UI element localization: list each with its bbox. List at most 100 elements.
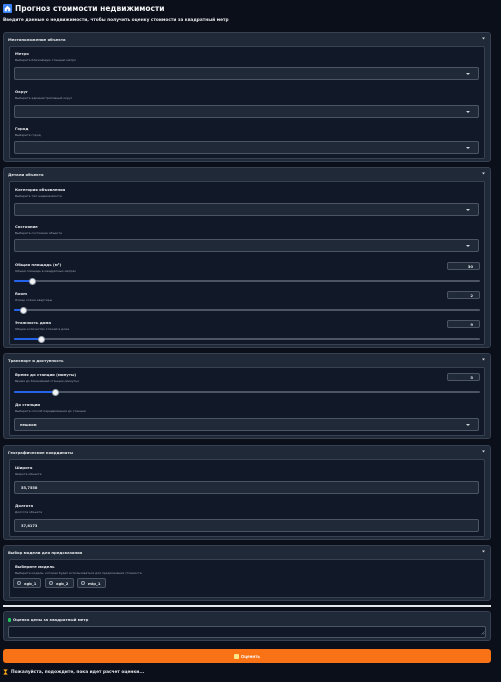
area-number-input[interactable]: 30 [447, 262, 480, 270]
metro-dropdown[interactable] [14, 67, 479, 80]
transport-heading: Транспорт и доступность [8, 358, 64, 363]
output-box: Оценка цены за квадратный метр [3, 611, 491, 641]
transport-panel: Транспорт и доступность Время до станции… [3, 353, 491, 439]
section-divider [3, 605, 491, 607]
to-station-hint: Выберите способ передвижения до станции [15, 409, 86, 413]
model-option-xgb-1[interactable]: xgb_1 [13, 578, 41, 588]
page-title: Прогноз стоимости недвижимости [3, 4, 165, 13]
location-fields: Метро Выберите ближайшую станцию метро О… [9, 46, 485, 159]
model-panel: Выбор модели для предсказания Выберите м… [3, 545, 491, 601]
area-label: Общая площадь (м²) [15, 262, 62, 267]
coords-panel: Географические координаты Широта Широта … [3, 445, 491, 540]
status-text: Пожалуйста, подождите, пока идет расчет … [11, 669, 145, 675]
to-station-value: пешком [20, 423, 37, 427]
category-hint: Выберите тип недвижимости [15, 194, 62, 198]
model-option-label: xgb_1 [24, 580, 37, 586]
city-dropdown[interactable] [14, 141, 479, 154]
radio-circle-icon [49, 581, 53, 585]
dropdown-arrow-icon [466, 73, 470, 75]
time-number-input[interactable]: 5 [447, 373, 480, 381]
rooms-slider[interactable] [14, 306, 480, 314]
app-logo-icon [3, 4, 12, 13]
collapse-chevron-icon[interactable] [481, 549, 486, 554]
to-station-dropdown[interactable]: пешком [14, 418, 479, 431]
location-heading: Местоположение объекта [8, 37, 66, 42]
radio-circle-icon [81, 581, 85, 585]
page-subtitle: Введите данные о недвижимости, чтобы пол… [3, 18, 229, 23]
coords-fields: Широта Широта объекта 55,7558 Долгота До… [9, 459, 485, 537]
lon-input[interactable]: 37,6173 [14, 519, 479, 532]
output-textarea[interactable] [8, 626, 486, 638]
rooms-hint: Номер этажа квартиры [15, 298, 53, 302]
rooms-number-input[interactable]: 2 [447, 291, 480, 299]
collapse-chevron-icon[interactable] [481, 171, 486, 176]
lon-hint: Долгота объекта [15, 510, 43, 514]
condition-label: Состояние [15, 224, 38, 229]
area-slider[interactable] [14, 277, 480, 285]
dropdown-arrow-icon [466, 209, 470, 211]
model-heading: Выбор модели для предсказания [8, 550, 83, 555]
dropdown-arrow-icon [466, 245, 470, 247]
details-heading: Детали объекта [8, 172, 44, 177]
collapse-chevron-icon[interactable] [481, 449, 486, 454]
estimate-button-label: Оценить [240, 653, 261, 659]
lat-hint: Широта объекта [15, 472, 42, 476]
district-label: Округ [15, 89, 28, 94]
radio-circle-icon [17, 581, 21, 585]
calculator-icon [233, 653, 239, 659]
resize-grip-icon[interactable] [480, 630, 485, 635]
condition-dropdown[interactable] [14, 239, 479, 252]
floors-slider-thumb[interactable] [38, 335, 46, 343]
metro-label: Метро [15, 51, 29, 56]
metro-hint: Выберите ближайшую станцию метро [15, 58, 76, 62]
model-option-label: xgb_2 [56, 580, 69, 586]
category-dropdown[interactable] [14, 203, 479, 216]
coords-heading: Географические координаты [8, 450, 73, 455]
model-option-label: mlp_1 [88, 580, 101, 586]
to-station-label: До станции [15, 402, 41, 407]
model-hint: Выберите модель, которая будет использов… [15, 571, 142, 575]
rooms-label: Room [15, 291, 28, 296]
page-title-text: Прогноз стоимости недвижимости [15, 4, 165, 13]
time-hint: Время до ближайшей станции (минуты) [15, 379, 79, 383]
dropdown-arrow-icon [466, 111, 470, 113]
rooms-slider-thumb[interactable] [19, 306, 27, 314]
transport-fields: Время до станции (минуты) Время до ближа… [9, 367, 485, 436]
location-panel: Местоположение объекта Метро Выберите бл… [3, 32, 491, 162]
floors-label: Этажность дома [15, 320, 52, 325]
lat-label: Широта [15, 465, 33, 470]
time-slider[interactable] [14, 388, 480, 396]
model-label: Выберите модель [15, 564, 55, 569]
floors-slider[interactable] [14, 335, 480, 343]
details-panel: Детали объекта Категория объявления Выбе… [3, 167, 491, 348]
lat-value: 55,7558 [21, 486, 38, 490]
output-label: Оценка цены за квадратный метр [8, 617, 88, 622]
area-slider-thumb[interactable] [29, 277, 37, 285]
time-label: Время до станции (минуты) [15, 372, 77, 377]
category-label: Категория объявления [15, 187, 66, 192]
district-dropdown[interactable] [14, 105, 479, 118]
district-hint: Выберите административный округ [15, 96, 73, 100]
output-label-text: Оценка цены за квадратный метр [13, 617, 89, 622]
model-option-xgb-2[interactable]: xgb_2 [45, 578, 74, 588]
collapse-chevron-icon[interactable] [481, 36, 486, 41]
collapse-chevron-icon[interactable] [481, 357, 486, 362]
lon-label: Долгота [15, 503, 34, 508]
estimate-button[interactable]: Оценить [3, 649, 491, 663]
city-label: Город [15, 126, 29, 131]
hourglass-icon [3, 669, 8, 675]
time-slider-fill [14, 391, 56, 393]
output-indicator-icon [8, 617, 11, 622]
floors-hint: Общее количество этажей в доме [15, 327, 70, 331]
condition-hint: Выберите состояние объекта [15, 231, 62, 235]
dropdown-arrow-icon [466, 147, 470, 149]
details-fields: Категория объявления Выберите тип недвиж… [9, 181, 485, 345]
status-message: Пожалуйста, подождите, пока идет расчет … [3, 669, 144, 675]
city-hint: Выберите город [15, 133, 41, 137]
area-hint: Общая площадь в квадратных метрах [15, 269, 76, 273]
dropdown-arrow-icon [466, 424, 470, 426]
floors-number-input[interactable]: 9 [447, 320, 480, 328]
lat-input[interactable]: 55,7558 [14, 481, 479, 494]
time-slider-thumb[interactable] [52, 388, 60, 396]
model-option-mlp-1[interactable]: mlp_1 [77, 578, 106, 588]
